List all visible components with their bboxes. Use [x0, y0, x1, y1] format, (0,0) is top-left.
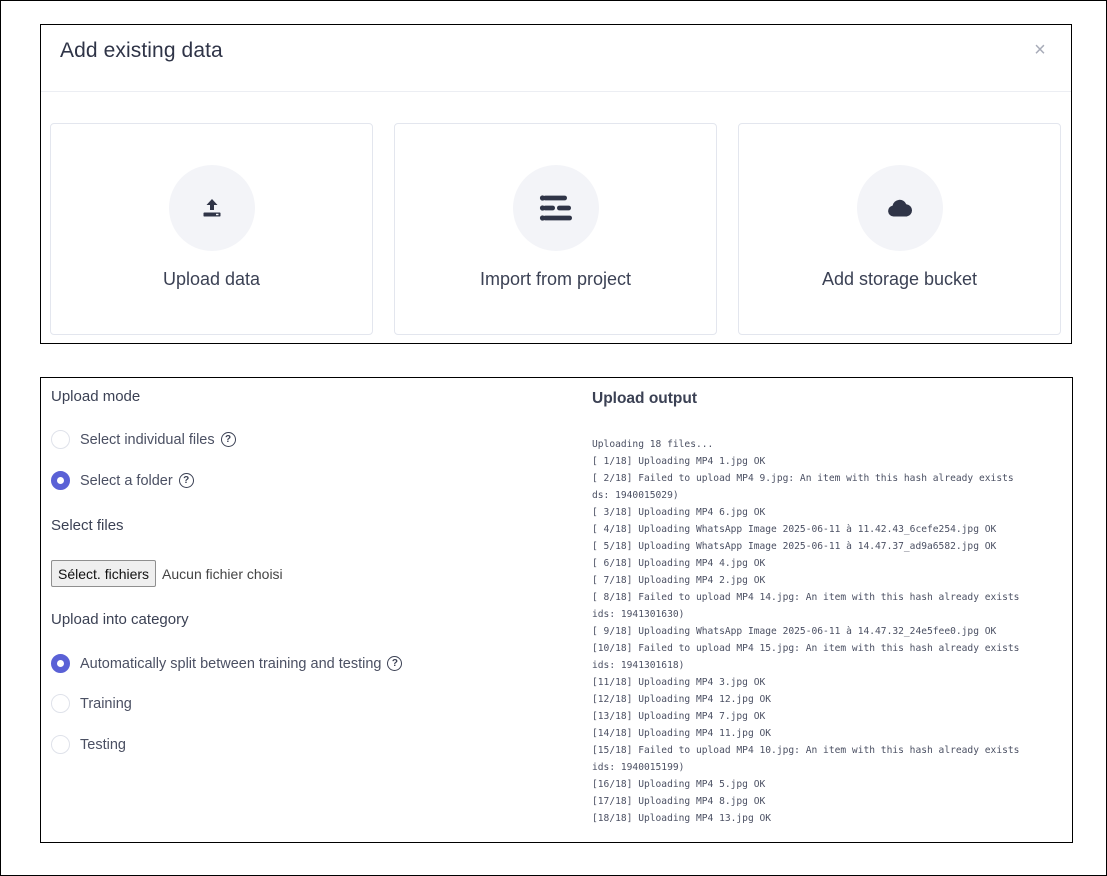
- radio-circle[interactable]: [51, 694, 70, 713]
- help-icon[interactable]: ?: [220, 432, 236, 447]
- help-icon[interactable]: ?: [178, 473, 194, 488]
- output-log-line: ids: 1940015199): [592, 762, 685, 773]
- output-log-line: [ 9/18] Uploading WhatsApp Image 2025-06…: [592, 626, 997, 637]
- list-icon-circle: [512, 165, 599, 251]
- upload-icon: [203, 199, 220, 217]
- output-log-line: [17/18] Uploading MP4 8.jpg OK: [592, 796, 766, 807]
- output-log-line: ids: 1941301630): [592, 609, 685, 620]
- upload-category-heading: Upload into category: [51, 611, 189, 628]
- import-from-project-card[interactable]: Import from project: [394, 123, 717, 335]
- upload-data-label: Upload data: [162, 269, 261, 289]
- close-button[interactable]: ×: [1029, 39, 1051, 61]
- dialog-header: Add existing data ×: [41, 25, 1071, 92]
- output-log-line: [11/18] Uploading MP4 3.jpg OK: [592, 677, 766, 688]
- add-storage-bucket-label: Add storage bucket: [821, 269, 978, 289]
- radio-label: Select a folder: [80, 472, 173, 489]
- upload-icon-circle: [168, 165, 255, 251]
- radio-auto-split[interactable]: Automatically split between training and…: [51, 654, 403, 673]
- output-log-line: ds: 1940015029): [592, 490, 679, 501]
- output-log-line: Uploading 18 files...: [592, 439, 714, 450]
- upload-data-card[interactable]: Upload data: [50, 123, 373, 335]
- output-log-line: [14/18] Uploading MP4 11.jpg OK: [592, 728, 772, 739]
- upload-mode-heading: Upload mode: [51, 388, 141, 405]
- add-storage-bucket-card[interactable]: Add storage bucket: [738, 123, 1061, 335]
- radio-label: Select individual files: [80, 431, 215, 448]
- radio-circle-checked[interactable]: [51, 471, 70, 490]
- radio-circle[interactable]: [51, 735, 70, 754]
- output-log-line: [18/18] Uploading MP4 13.jpg OK: [592, 813, 772, 824]
- output-log-line: [ 7/18] Uploading MP4 2.jpg OK: [592, 575, 766, 586]
- choose-files-button[interactable]: Sélect. fichiers: [51, 560, 157, 587]
- output-log-line: [ 4/18] Uploading WhatsApp Image 2025-06…: [592, 524, 997, 535]
- cloud-icon: [887, 199, 912, 217]
- output-log-line: [ 6/18] Uploading MP4 4.jpg OK: [592, 558, 766, 569]
- radio-label: Training: [80, 695, 132, 712]
- radio-circle[interactable]: [51, 430, 70, 449]
- dialog-title: Add existing data: [60, 39, 223, 62]
- radio-circle-checked[interactable]: [51, 654, 70, 673]
- output-log-line: [10/18] Failed to upload MP4 15.jpg: An …: [592, 643, 1020, 654]
- radio-training[interactable]: Training: [51, 694, 132, 713]
- output-log-line: [ 8/18] Failed to upload MP4 14.jpg: An …: [592, 592, 1020, 603]
- output-log-line: ids: 1941301618): [592, 660, 685, 671]
- radio-testing[interactable]: Testing: [51, 735, 126, 754]
- radio-label: Automatically split between training and…: [80, 655, 382, 672]
- add-data-dialog: Add existing data × Upload data Import f…: [40, 24, 1072, 344]
- cloud-icon-circle: [856, 165, 943, 251]
- file-status-text: Aucun fichier choisi: [162, 565, 283, 582]
- radio-label: Testing: [80, 736, 126, 753]
- radio-select-individual-files[interactable]: Select individual files ?: [51, 430, 236, 449]
- radio-select-folder[interactable]: Select a folder ?: [51, 471, 194, 490]
- list-icon: [539, 195, 572, 221]
- output-log-line: [16/18] Uploading MP4 5.jpg OK: [592, 779, 766, 790]
- output-log-line: [ 5/18] Uploading WhatsApp Image 2025-06…: [592, 541, 997, 552]
- output-log-line: [ 3/18] Uploading MP4 6.jpg OK: [592, 507, 766, 518]
- output-log-line: [ 2/18] Failed to upload MP4 9.jpg: An i…: [592, 473, 1014, 484]
- upload-output-log: Uploading 18 files... [ 1/18] Uploading M…: [592, 436, 1070, 827]
- select-files-heading: Select files: [51, 517, 124, 534]
- output-log-line: [13/18] Uploading MP4 7.jpg OK: [592, 711, 766, 722]
- output-log-line: [12/18] Uploading MP4 12.jpg OK: [592, 694, 772, 705]
- import-from-project-label: Import from project: [479, 269, 632, 289]
- file-input[interactable]: Sélect. fichiers Aucun fichier choisi: [51, 560, 283, 587]
- output-log-line: [ 1/18] Uploading MP4 1.jpg OK: [592, 456, 766, 467]
- help-icon[interactable]: ?: [387, 656, 403, 671]
- output-log-line: [15/18] Failed to upload MP4 10.jpg: An …: [592, 745, 1020, 756]
- upload-output-title: Upload output: [592, 390, 698, 407]
- upload-panel: Upload mode Select individual files ? Se…: [40, 377, 1073, 843]
